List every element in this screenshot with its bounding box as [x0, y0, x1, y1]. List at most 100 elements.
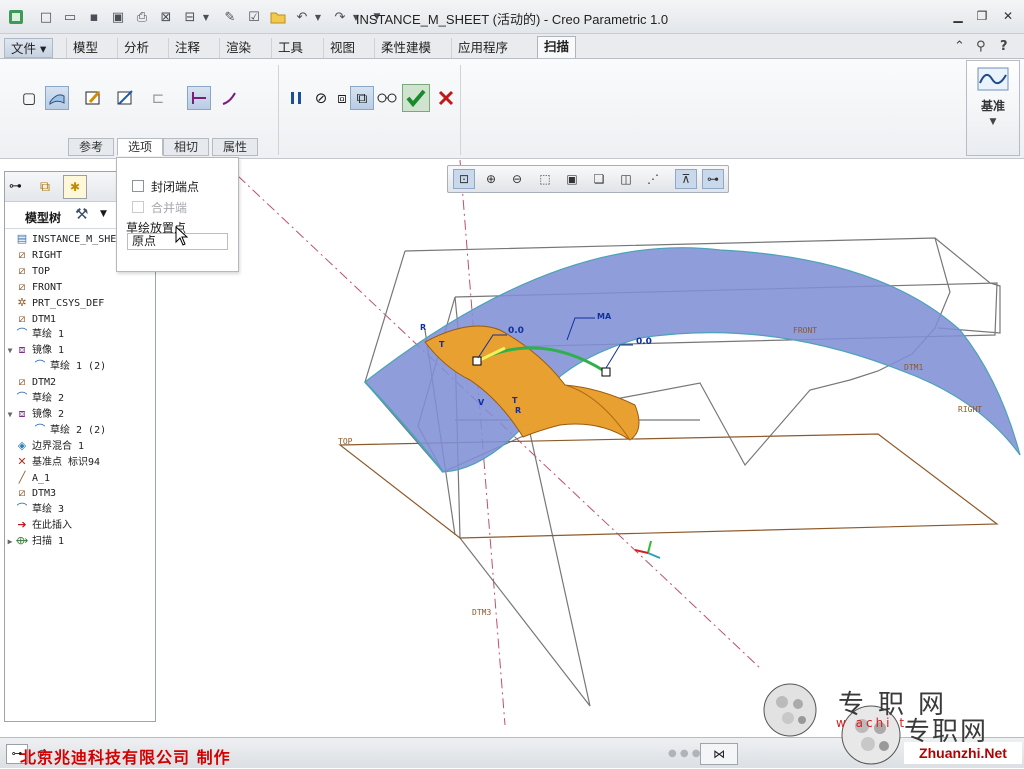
tree-item-label: PRT_CSYS_DEF	[32, 297, 105, 309]
tree-item[interactable]: ⌒ 草绘 2	[5, 390, 155, 406]
refit-icon[interactable]: ⊡	[453, 169, 475, 189]
sketch-icon: ⌒	[16, 502, 28, 516]
tree-item-label: 草绘 2 (2)	[50, 424, 107, 436]
expand-right-icon[interactable]: ▶	[5, 534, 15, 550]
csys-icon: ✲	[17, 295, 27, 309]
tree-item[interactable]: ▼ ⧈ 镜像 2	[5, 406, 155, 422]
datum-plane-icon: ⧄	[18, 247, 26, 261]
expand-down-icon[interactable]: ▼	[5, 407, 15, 423]
spin-center-icon[interactable]: ⊼	[675, 169, 697, 189]
tree-item[interactable]: ⧄ DTM2	[5, 374, 155, 390]
repaint-icon[interactable]: ⬚	[534, 169, 556, 189]
tree-item[interactable]: ⌒ 草绘 1 (2)	[5, 358, 155, 374]
watermark-ball-icon	[762, 682, 818, 741]
options-panel: 封闭端点 合并端 草绘放置点 原点	[116, 157, 239, 272]
merge-ends-label: 合并端	[151, 201, 188, 215]
datum-axis-icon: ╱	[18, 470, 26, 484]
tree-item[interactable]: ⌒ 草绘 2 (2)	[5, 422, 155, 438]
tree-item[interactable]: ✕ 基准点 标识94	[5, 454, 155, 470]
datum-point-icon: ✕	[17, 454, 27, 468]
tree-item[interactable]: ▼ ⧈ 镜像 1	[5, 342, 155, 358]
view-manager-icon[interactable]: ◫	[615, 169, 637, 189]
graphics-toolbar: ⊡ ⊕ ⊖ ⬚ ▣ ❏ ◫ ⋰ ⊼ ⊶	[447, 165, 729, 193]
end-point-handle	[601, 367, 611, 377]
tree-item-label: DTM3	[32, 488, 57, 500]
tree-item-label: 草绘 2	[32, 393, 65, 404]
tree-item[interactable]: ✲ PRT_CSYS_DEF	[5, 295, 155, 311]
tree-item[interactable]: ▶ ⟴ 扫描 1	[5, 533, 155, 549]
merge-ends-checkbox[interactable]	[132, 201, 144, 213]
watermark-url: Zhuanzhi.Net	[904, 742, 1022, 764]
frame-marker: R	[515, 406, 522, 415]
folder-browser-icon[interactable]: ⧉	[33, 175, 57, 199]
tree-item-label: DTM2	[32, 377, 57, 389]
close-ends-label: 封闭端点	[151, 180, 200, 194]
tree-settings-icon[interactable]: ⚒	[75, 205, 88, 223]
tree-item[interactable]: ⧄ FRONT	[5, 279, 155, 295]
sketch-icon: ⌒	[34, 359, 46, 373]
close-ends-checkbox[interactable]	[132, 180, 144, 192]
tree-title: 模型树	[25, 211, 62, 225]
tree-item-label: 草绘 3	[32, 504, 65, 516]
plane-label-right: RIGHT	[958, 405, 983, 414]
plane-label-front: FRONT	[793, 326, 818, 335]
mouse-cursor-icon	[175, 225, 189, 249]
tree-item-label: 镜像 2	[32, 408, 65, 420]
mirror-icon: ⧈	[18, 406, 26, 420]
sketch-icon: ⌒	[34, 422, 46, 436]
datum-plane-icon: ⧄	[18, 263, 26, 277]
tree-item[interactable]: ⌒ 草绘 3	[5, 501, 155, 517]
tree-item-label: INSTANCE_M_SHEE	[32, 234, 123, 245]
selection-filter-icon[interactable]: ⋈	[700, 743, 738, 765]
datum-display-icon[interactable]: ⋰	[642, 169, 664, 189]
zoom-out-icon[interactable]: ⊖	[506, 169, 528, 189]
datum-plane-icon: ⧄	[18, 311, 26, 325]
display-style-icon[interactable]: ▣	[561, 169, 583, 189]
start-point-handle	[472, 356, 482, 366]
tree-item-label: 边界混合 1	[32, 440, 85, 452]
plane-label-dtm1: DTM1	[904, 363, 924, 372]
sketch-icon: ⌒	[16, 391, 28, 404]
company-credit: 北京兆迪科技有限公司 制作	[20, 748, 231, 767]
tree-item[interactable]: ⧄ DTM3	[5, 485, 155, 501]
tree-item[interactable]: ➔ 在此插入	[5, 517, 155, 533]
progress-dots: ● ● ●	[668, 748, 701, 759]
tree-item[interactable]: ⌒ 草绘 1	[5, 326, 155, 342]
tree-item-label: TOP	[32, 265, 51, 277]
part-icon: ▤	[16, 232, 28, 245]
dimension-value[interactable]: 0.0	[508, 326, 524, 336]
frame-marker: V	[478, 398, 485, 407]
tree-item[interactable]: ◈ 边界混合 1	[5, 438, 155, 454]
chevron-down-icon[interactable]: ▼	[100, 209, 107, 219]
tree-item[interactable]: ⧄ DTM1	[5, 311, 155, 327]
mirror-icon: ⧈	[18, 343, 26, 357]
frame-marker: T	[439, 340, 445, 349]
tree-item-label: 基准点 标识94	[32, 456, 101, 468]
datum-plane-icon: ⧄	[18, 375, 26, 389]
boundary-blend-icon: ◈	[17, 438, 27, 452]
tree-item-label: DTM1	[32, 313, 57, 325]
zoom-in-icon[interactable]: ⊕	[480, 169, 502, 189]
axis-triad	[634, 540, 661, 559]
tree-item[interactable]: ╱ A_1	[5, 470, 155, 486]
favorites-icon[interactable]: ✱	[63, 175, 87, 199]
tree-item-label: 在此插入	[32, 520, 72, 532]
tree-icon[interactable]: ⊶	[9, 179, 22, 194]
frame-marker: R	[420, 323, 427, 332]
plane-label-top: TOP	[338, 437, 353, 446]
plane-label-dtm3: DTM3	[472, 608, 492, 617]
sketch-icon: ⌒	[16, 327, 28, 341]
dimension-value[interactable]: 0.0	[636, 337, 652, 347]
tree-item-label: A_1	[32, 472, 51, 484]
tree-item-label: RIGHT	[32, 249, 63, 261]
tree-item-label: 草绘 1 (2)	[50, 361, 107, 373]
saved-views-icon[interactable]: ❏	[588, 169, 610, 189]
sweep-icon: ⟴	[15, 534, 29, 548]
tree-item-label: FRONT	[32, 281, 63, 293]
insert-arrow-icon: ➔	[17, 518, 27, 532]
dimension-value[interactable]: MA	[597, 312, 611, 321]
tree-item-label: 扫描 1	[32, 536, 65, 548]
datum-plane-icon: ⧄	[18, 486, 26, 500]
annotation-display-icon[interactable]: ⊶	[702, 169, 724, 189]
expand-down-icon[interactable]: ▼	[5, 343, 15, 359]
